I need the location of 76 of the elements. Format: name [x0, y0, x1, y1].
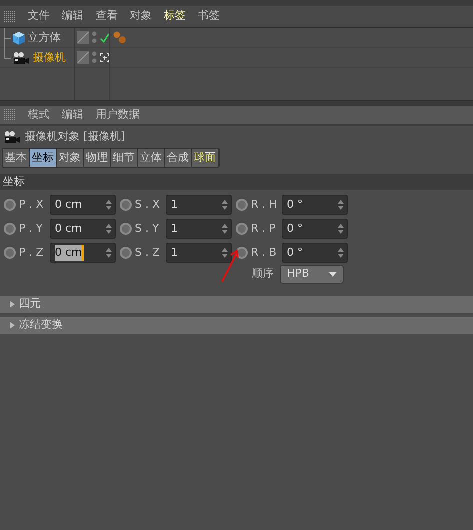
menu-item[interactable]: 用户数据 [90, 106, 146, 124]
spheres-tag-icon[interactable] [113, 30, 127, 44]
number-field[interactable]: 0 ° [282, 243, 348, 263]
field-label: S . Y [135, 220, 160, 237]
tab[interactable]: 坐标 [30, 149, 57, 167]
tab[interactable]: 物理 [84, 149, 111, 167]
layer-icon[interactable] [77, 51, 90, 64]
tab[interactable]: 球面 [192, 149, 219, 167]
menu-item[interactable]: 书签 [192, 8, 226, 25]
menu-item[interactable]: 编辑 [56, 106, 90, 124]
keyframe-radio[interactable] [4, 223, 16, 235]
field-label: R . P [251, 220, 277, 237]
field-label: S . X [135, 196, 162, 213]
field-label: S . Z [135, 244, 162, 261]
number-field[interactable]: 0 cm [50, 219, 116, 239]
number-field[interactable]: 0 ° [282, 219, 348, 239]
section-header: 坐标 [0, 174, 473, 190]
keyframe-radio[interactable] [236, 199, 248, 211]
spinner-icon[interactable] [105, 224, 113, 234]
group-header[interactable]: 冻结变换 [0, 317, 473, 334]
check-icon[interactable] [100, 32, 109, 42]
collapsed-triangle-icon [10, 301, 15, 308]
object-name[interactable]: 摄像机 [33, 50, 66, 66]
spinner-icon[interactable] [105, 200, 113, 210]
visibility-dots-icon[interactable] [92, 51, 97, 64]
number-field[interactable]: 0 cm [50, 195, 116, 215]
menu-item[interactable]: 文件 [22, 8, 56, 25]
grip-icon[interactable] [4, 10, 16, 22]
menu-item[interactable]: 查看 [90, 8, 124, 25]
visibility-dots-icon[interactable] [92, 31, 97, 44]
menu-item[interactable]: 标签 [158, 8, 192, 25]
field-label: R . B [251, 244, 278, 261]
keyframe-radio[interactable] [120, 199, 132, 211]
object-name[interactable]: 立方体 [28, 30, 61, 46]
keyframe-radio[interactable] [120, 247, 132, 259]
tab[interactable]: 基本 [3, 149, 30, 167]
camera-icon [4, 130, 21, 144]
tab[interactable]: 对象 [57, 149, 84, 167]
number-field[interactable]: 0 ° [282, 195, 348, 215]
target-icon[interactable] [100, 52, 109, 62]
spinner-icon[interactable] [221, 248, 229, 258]
spinner-icon[interactable] [337, 224, 345, 234]
field-label: 顺序 [252, 266, 274, 282]
number-field[interactable]: 0 cm [50, 243, 116, 263]
keyframe-radio[interactable] [4, 199, 16, 211]
keyframe-radio[interactable] [4, 247, 16, 259]
field-label: P . Y [19, 220, 44, 237]
number-field[interactable]: 1 [166, 195, 232, 215]
grip-icon[interactable] [4, 109, 16, 121]
spinner-icon[interactable] [221, 224, 229, 234]
field-label: R . H [251, 196, 278, 213]
layer-icon[interactable] [77, 31, 90, 44]
collapsed-triangle-icon [10, 322, 15, 329]
menu-item[interactable]: 对象 [124, 8, 158, 25]
tab[interactable]: 合成 [165, 149, 192, 167]
order-dropdown[interactable]: HPB [280, 265, 344, 284]
spinner-icon[interactable] [337, 248, 345, 258]
field-label: P . Z [19, 244, 45, 261]
menu-item[interactable]: 编辑 [56, 8, 90, 25]
caret-icon [329, 272, 337, 277]
group-header[interactable]: 四元 [0, 296, 473, 313]
keyframe-radio[interactable] [120, 223, 132, 235]
tab[interactable]: 细节 [111, 149, 138, 167]
spinner-icon[interactable] [337, 200, 345, 210]
cube-icon [13, 32, 25, 44]
spinner-icon[interactable] [105, 248, 113, 258]
number-field[interactable]: 1 [166, 243, 232, 263]
field-label: P . X [19, 196, 45, 213]
spinner-icon[interactable] [221, 200, 229, 210]
number-field[interactable]: 1 [166, 219, 232, 239]
camera-icon [13, 52, 30, 64]
object-title: 摄像机对象 [摄像机] [25, 128, 126, 145]
menu-item[interactable]: 模式 [22, 106, 56, 124]
keyframe-radio[interactable] [236, 223, 248, 235]
arrow-annotation [220, 248, 240, 284]
tab[interactable]: 立体 [138, 149, 165, 167]
